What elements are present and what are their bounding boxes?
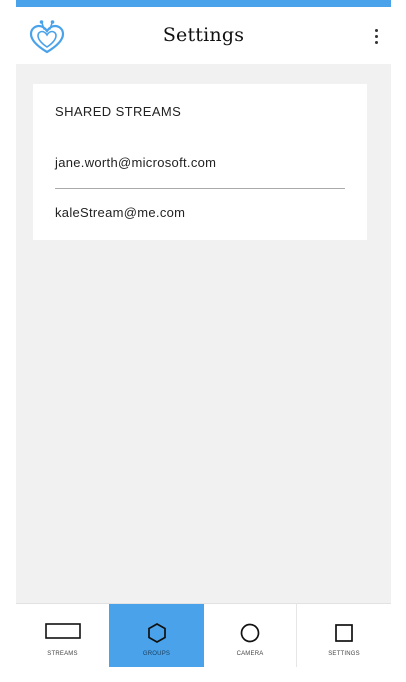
rectangle-icon — [44, 623, 81, 639]
bottom-nav: STREAMS GROUPS CAMERA SETTINGS — [16, 603, 391, 667]
top-accent-bar — [16, 0, 391, 7]
tab-streams[interactable]: STREAMS — [16, 604, 109, 667]
more-vertical-icon[interactable] — [367, 23, 385, 49]
circle-icon — [240, 623, 260, 643]
list-item[interactable]: kaleStream@me.com — [55, 205, 345, 220]
square-icon — [335, 624, 353, 642]
tab-label: GROUPS — [142, 651, 171, 657]
hexagon-icon — [147, 623, 166, 643]
tab-label: STREAMS — [47, 651, 78, 657]
tab-label: CAMERA — [236, 651, 264, 657]
tab-label: SETTINGS — [328, 651, 360, 657]
app-header: Settings — [16, 7, 391, 64]
shared-streams-card: SHARED STREAMS jane.worth@microsoft.com … — [33, 84, 367, 240]
section-title: SHARED STREAMS — [55, 104, 182, 119]
page-title: Settings — [162, 24, 245, 46]
tab-settings[interactable]: SETTINGS — [297, 604, 391, 667]
tab-groups[interactable]: GROUPS — [109, 604, 204, 667]
list-item[interactable]: jane.worth@microsoft.com — [55, 155, 345, 170]
tab-camera[interactable]: CAMERA — [204, 604, 297, 667]
app-screen: Settings SHARED STREAMS jane.worth@micro… — [16, 0, 391, 667]
divider — [55, 188, 345, 189]
